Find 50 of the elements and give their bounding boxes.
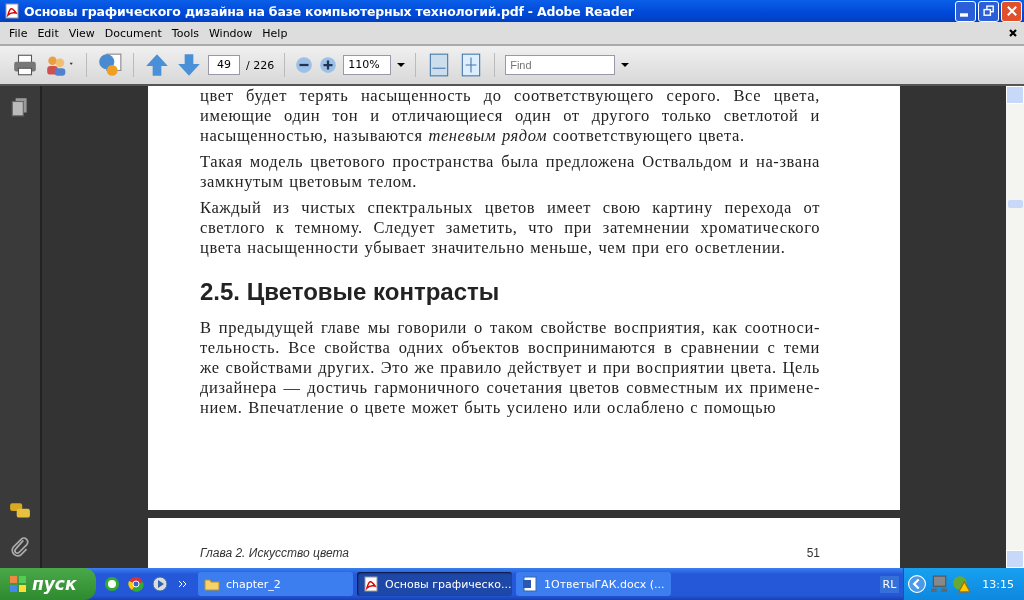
zoom-out-icon[interactable] (295, 56, 314, 74)
menu-item[interactable]: Window (203, 26, 258, 40)
menu-item[interactable]: File (4, 26, 33, 40)
menu-item[interactable]: Help (257, 26, 293, 40)
chevron-icon[interactable] (178, 579, 188, 589)
chevron-left-icon[interactable] (908, 575, 927, 593)
arrow-down-icon[interactable] (176, 52, 202, 78)
running-head: Глава 2. Искусство цвета (200, 546, 349, 562)
taskbar-button[interactable]: Основы графическо... (357, 572, 512, 596)
windows-flag-icon (8, 574, 28, 594)
paragraph: Каждый из чистых спектральных цветов имеет свою картину перехода от светлого к темному. Следует заметить, что при затемнении хроматического цвета насыщенности убывает значительно меньше, чем при его осветлении. (200, 198, 820, 258)
page-total: / 226 (246, 58, 275, 72)
menu-item[interactable]: Edit (32, 26, 64, 40)
pdf-icon (363, 576, 379, 592)
zoom-in-icon[interactable] (319, 56, 338, 74)
page-number: 51 (806, 546, 820, 562)
minimize-icon (959, 13, 968, 17)
paperclip-icon[interactable] (9, 536, 31, 558)
menu-item[interactable]: Tools (166, 26, 204, 40)
find-field[interactable]: Find (505, 55, 616, 75)
paragraph: цвет будет терять насыщенность до соответствующего серого. Все цвета, имеющие один тон и отличающиеся один от другого только светлотой и насыщенностью, называются теневым рядом соответствующего цвета. (200, 86, 820, 146)
browser-icon[interactable] (128, 576, 144, 592)
document-icon (522, 576, 538, 592)
language-indicator[interactable]: RL (879, 575, 900, 593)
taskbar-button[interactable]: 1ОтветыГАК.docx (... (516, 572, 671, 596)
window-title: Основы графического дизайна на базе компьютерных технологий.pdf - Adobe Reader (24, 3, 634, 19)
clock: 13:15 (982, 577, 1014, 591)
paragraph: В предыдущей главе мы говорили о таком свойстве восприятия, как соотноси-тельность. Все свойства одних объектов воспринимаются в сравнении с теми же свойствами других. Это же правило действует и при восприятии цвета. Цель дизайнера — достичь гармоничного сочетания цветов совместным их примене-нием. Впечатление о цвете может быть усилено или ослаблено с помощью (200, 318, 820, 418)
start-button[interactable]: пуск (0, 568, 96, 600)
scrollbar[interactable] (1006, 86, 1024, 568)
restore-button[interactable] (978, 0, 999, 22)
warning-icon[interactable] (952, 575, 971, 593)
folder-icon (204, 576, 220, 592)
taskbar-button[interactable]: chapter_2 (198, 572, 353, 596)
media-player-icon[interactable] (152, 576, 168, 592)
printer-icon[interactable] (12, 52, 38, 78)
close-icon[interactable] (1008, 28, 1018, 38)
close-icon (1004, 4, 1019, 18)
minimize-button[interactable] (955, 0, 976, 22)
paragraph: Такая модель цветового пространства была предложена Оствальдом и на-звана замкнутым цветовым телом. (200, 152, 820, 192)
restore-icon (981, 4, 996, 18)
caret-icon[interactable] (621, 61, 630, 69)
menu-item[interactable]: Document (99, 26, 167, 40)
page-number-field[interactable]: 49 (208, 55, 240, 75)
close-button[interactable] (1001, 0, 1022, 22)
arrow-up-icon[interactable] (144, 52, 170, 78)
zoom-field[interactable]: 110% (343, 55, 392, 75)
caret-icon[interactable] (397, 61, 406, 69)
pdf-icon (4, 3, 20, 19)
menu-item[interactable]: View (63, 26, 100, 40)
